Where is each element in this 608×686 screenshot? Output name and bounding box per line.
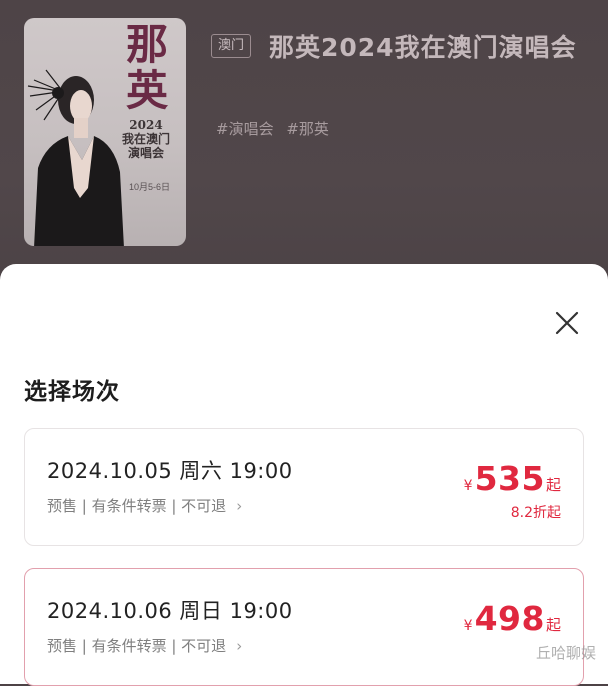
session-price: ¥498起 <box>464 599 561 638</box>
session-datetime: 2024.10.05 周六 19:00 <box>47 459 293 483</box>
price-suffix: 起 <box>545 476 561 494</box>
price-amount: 498 <box>474 599 545 638</box>
session-card[interactable]: 2024.10.06 周日 19:00 预售 | 有条件转票 | 不可退 › ¥4… <box>24 568 584 686</box>
close-button[interactable] <box>552 308 582 338</box>
poster-title: 那英 <box>125 20 168 115</box>
session-datetime: 2024.10.06 周日 19:00 <box>47 599 293 623</box>
close-icon <box>555 311 579 335</box>
poster-date: 10月5-6日 <box>128 182 170 192</box>
poster-artist-image <box>27 69 124 246</box>
tag-artist[interactable]: #那英 <box>286 120 329 138</box>
session-desc-text: 预售 | 有条件转票 | 不可退 <box>47 637 227 655</box>
currency-symbol: ¥ <box>463 478 473 494</box>
watermark: 丘哈聊娱 <box>535 644 596 662</box>
session-desc: 预售 | 有条件转票 | 不可退 › <box>47 635 242 656</box>
event-poster[interactable]: 那英 2024 我在澳门 演唱会 10月5-6日 <box>24 18 186 246</box>
price-suffix: 起 <box>545 616 561 634</box>
sheet-title: 选择场次 <box>24 379 120 405</box>
session-desc: 预售 | 有条件转票 | 不可退 › <box>47 495 242 516</box>
poster-subtitle: 2024 我在澳门 演唱会 <box>121 118 170 160</box>
session-desc-text: 预售 | 有条件转票 | 不可退 <box>47 497 227 515</box>
discount-label: 8.2折起 <box>510 505 561 521</box>
price-amount: 535 <box>474 459 545 498</box>
chevron-right-icon: › <box>236 637 243 655</box>
event-header: 那英 2024 我在澳门 演唱会 10月5-6日 那英2024我在澳门演唱会 澳… <box>0 0 608 300</box>
session-picker-sheet: 选择场次 2024.10.05 周六 19:00 预售 | 有条件转票 | 不可… <box>0 264 608 686</box>
chevron-right-icon: › <box>236 497 243 515</box>
session-card[interactable]: 2024.10.05 周六 19:00 预售 | 有条件转票 | 不可退 › ¥5… <box>24 428 584 546</box>
event-title: 那英2024我在澳门演唱会 <box>269 33 577 62</box>
venue-tag: 澳门 <box>211 34 252 58</box>
tag-concert[interactable]: #演唱会 <box>216 120 274 138</box>
session-price: ¥535起 8.2折起 <box>464 459 561 522</box>
event-tags: #演唱会 #那英 <box>216 118 337 139</box>
currency-symbol: ¥ <box>463 618 473 634</box>
